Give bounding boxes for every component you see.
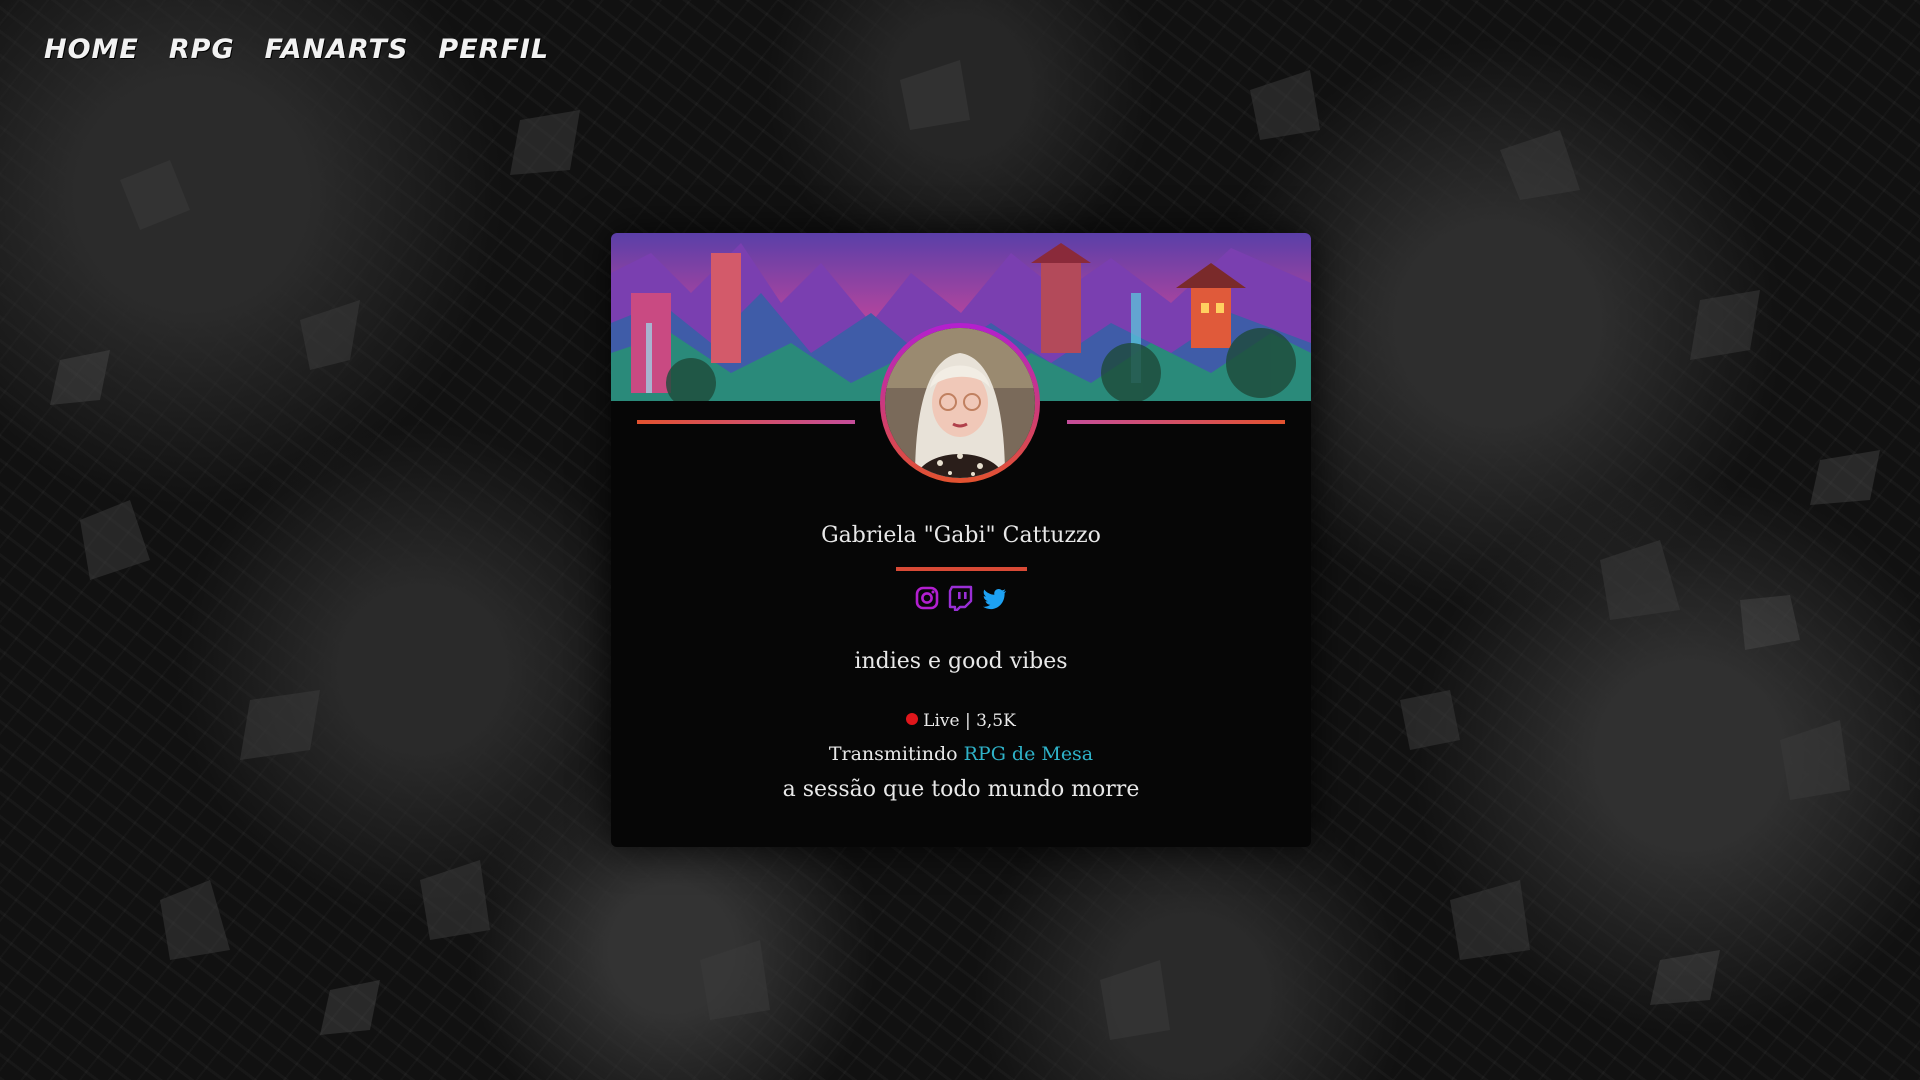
live-status: Live | 3,5K	[611, 711, 1311, 731]
nav-home[interactable]: HOME	[44, 34, 139, 65]
profile-card: Gabriela "Gabi" Cattuzzo indies e good v…	[611, 233, 1311, 847]
profile-name: Gabriela "Gabi" Cattuzzo	[821, 523, 1101, 548]
banner-divider-right	[1067, 420, 1285, 424]
twitter-icon[interactable]	[982, 585, 1008, 611]
stream-session-title: a sessão que todo mundo morre	[782, 777, 1140, 802]
nav-fanarts[interactable]: FANARTS	[265, 34, 409, 65]
avatar	[880, 323, 1040, 483]
live-dot-icon	[906, 713, 919, 725]
social-links	[611, 585, 1311, 612]
banner-divider-left	[637, 420, 855, 424]
streaming-prefix: Transmitindo	[828, 743, 958, 765]
main-nav: HOME RPG FANARTS PERFIL	[44, 34, 549, 65]
instagram-icon[interactable]	[914, 585, 940, 611]
live-viewers-text: Live | 3,5K	[923, 711, 1016, 731]
profile-tagline: indies e good vibes	[854, 649, 1068, 674]
twitch-icon[interactable]	[948, 585, 974, 612]
stream-game-link[interactable]: RPG de Mesa	[964, 743, 1094, 765]
streaming-line: Transmitindo RPG de Mesa	[611, 743, 1311, 765]
avatar-portrait	[885, 328, 1035, 478]
nav-rpg[interactable]: RPG	[169, 34, 235, 65]
nav-perfil[interactable]: PERFIL	[438, 34, 549, 65]
name-underline	[896, 567, 1027, 571]
